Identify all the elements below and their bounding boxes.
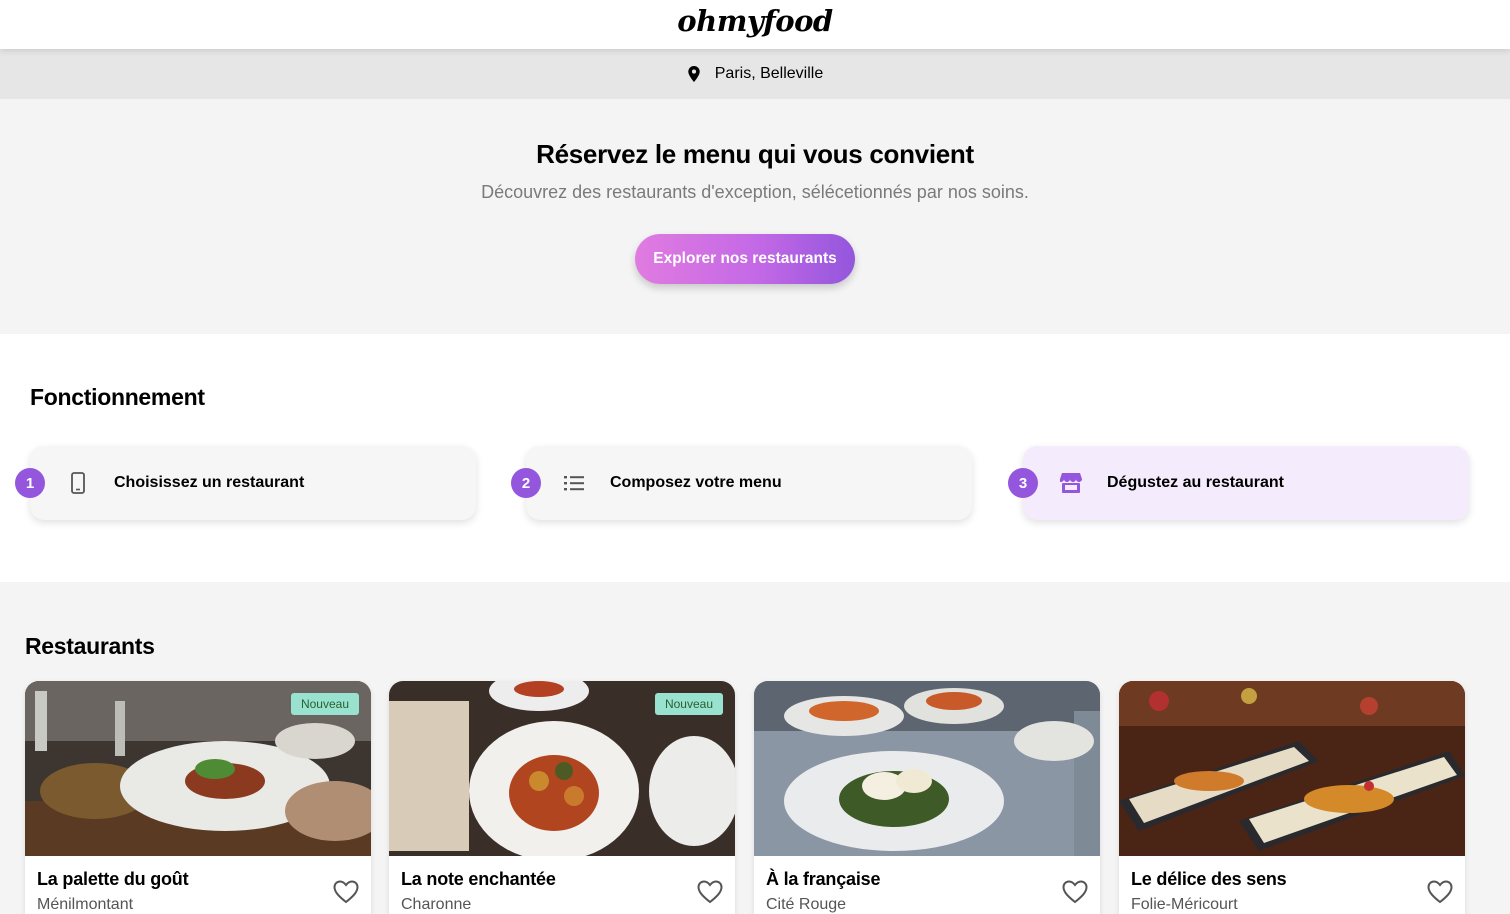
restaurants-title: Restaurants: [25, 633, 155, 659]
step-label: Choisissez un restaurant: [114, 474, 305, 491]
store-icon: [1059, 472, 1083, 494]
restaurant-photo: Nouveau: [25, 681, 371, 856]
restaurant-name: La palette du goût: [37, 869, 189, 889]
site-header: ohmyfood: [0, 0, 1510, 49]
heart-icon[interactable]: [1427, 880, 1453, 904]
hero-section: Réservez le menu qui vous convient Décou…: [0, 99, 1510, 334]
heart-icon[interactable]: [333, 880, 359, 904]
location-label: Paris, Belleville: [714, 65, 824, 82]
restaurant-photo: Nouveau: [389, 681, 735, 856]
step-card-compose: 2 Composez votre menu: [511, 446, 972, 520]
restaurant-name: La note enchantée: [401, 869, 556, 889]
restaurant-area: Cité Rouge: [766, 896, 847, 913]
step-card-choose: 1 Choisissez un restaurant: [15, 446, 476, 520]
restaurant-photo: [754, 681, 1100, 856]
step-number: 2: [511, 468, 541, 498]
restaurant-card[interactable]: À la française Cité Rouge: [754, 681, 1100, 914]
restaurant-photo: [1119, 681, 1465, 856]
site-logo[interactable]: ohmyfood: [677, 4, 833, 38]
phone-icon: [66, 472, 90, 494]
list-icon: [562, 472, 586, 494]
step-card-enjoy: 3 Dégustez au restaurant: [1008, 446, 1469, 520]
restaurant-card[interactable]: Nouveau La note enchantée Charonne: [389, 681, 735, 914]
hero-title: Réservez le menu qui vous convient: [536, 139, 974, 169]
restaurant-area: Charonne: [401, 896, 472, 913]
hero-subtitle: Découvrez des restaurants d'exception, s…: [481, 182, 1029, 202]
location-bar: Paris, Belleville: [0, 49, 1510, 99]
explore-restaurants-button[interactable]: Explorer nos restaurants: [635, 234, 855, 284]
step-label: Dégustez au restaurant: [1107, 474, 1284, 491]
restaurant-area: Ménilmontant: [37, 896, 134, 913]
restaurant-area: Folie-Méricourt: [1131, 896, 1238, 913]
restaurant-card[interactable]: Le délice des sens Folie-Méricourt: [1119, 681, 1465, 914]
map-pin-icon: [688, 66, 700, 82]
new-badge: Nouveau: [654, 693, 723, 715]
heart-icon[interactable]: [1062, 880, 1088, 904]
restaurant-name: Le délice des sens: [1131, 869, 1287, 889]
step-label: Composez votre menu: [610, 474, 782, 491]
restaurant-name: À la française: [766, 869, 881, 889]
step-number: 1: [15, 468, 45, 498]
restaurants-section: Restaurants Nouveau La palette du goût M…: [0, 582, 1510, 914]
how-it-works-title: Fonctionnement: [30, 384, 205, 410]
heart-icon[interactable]: [697, 880, 723, 904]
step-number: 3: [1008, 468, 1038, 498]
restaurant-card[interactable]: Nouveau La palette du goût Ménilmontant: [25, 681, 371, 914]
new-badge: Nouveau: [290, 693, 359, 715]
how-it-works-section: Fonctionnement 1 Choisissez un restauran…: [0, 334, 1510, 582]
